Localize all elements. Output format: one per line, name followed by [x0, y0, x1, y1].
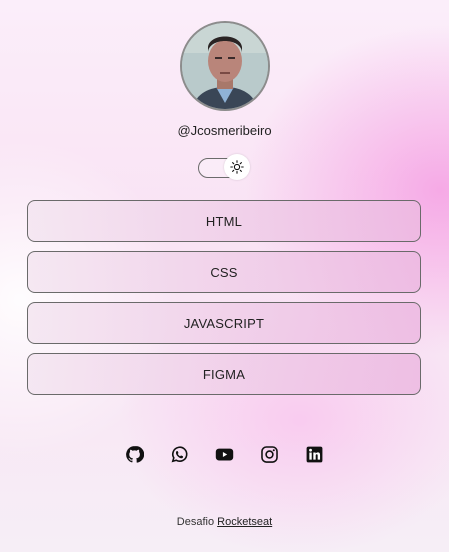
link-button-css[interactable]: CSS — [27, 251, 421, 293]
theme-toggle[interactable] — [198, 154, 250, 180]
link-button-javascript[interactable]: JAVASCRIPT — [27, 302, 421, 344]
footer-prefix: Desafio — [176, 516, 215, 528]
github-icon[interactable] — [125, 445, 144, 464]
youtube-icon[interactable] — [215, 445, 234, 464]
footer: Desafio Rocketseat — [0, 516, 449, 528]
link-button-html[interactable]: HTML — [27, 200, 421, 242]
instagram-icon[interactable] — [260, 445, 279, 464]
linkedin-icon[interactable] — [305, 445, 324, 464]
social-links — [0, 445, 449, 464]
profile-avatar — [180, 21, 270, 111]
profile-handle: @Jcosmeribeiro — [177, 123, 272, 138]
sun-icon — [230, 160, 244, 174]
link-button-figma[interactable]: FIGMA — [27, 353, 421, 395]
whatsapp-icon[interactable] — [170, 445, 189, 464]
link-list: HTML CSS JAVASCRIPT FIGMA — [27, 200, 421, 404]
rocketseat-link[interactable]: Rocketseat — [217, 516, 272, 528]
avatar-photo — [182, 23, 268, 109]
toggle-knob[interactable] — [224, 154, 250, 180]
